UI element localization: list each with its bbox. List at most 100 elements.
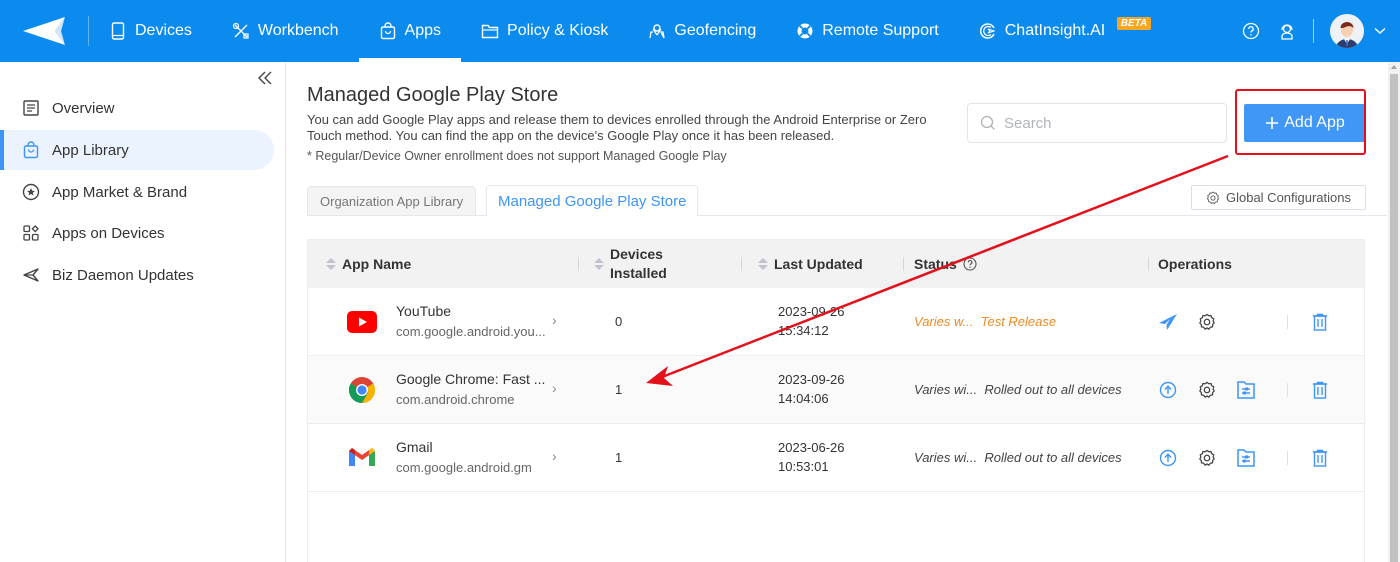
search-box[interactable] — [967, 103, 1227, 143]
search-input[interactable] — [1004, 114, 1204, 132]
status-release: Rolled out to all devices — [984, 450, 1122, 465]
tab-organization-app-library[interactable]: Organization App Library — [307, 186, 477, 216]
devices-installed-count: 1 — [615, 382, 623, 397]
support-button[interactable] — [1277, 21, 1297, 41]
last-updated-time: 15:34:12 — [778, 323, 829, 338]
table-header: App Name Devices Installed Last Updated … — [308, 240, 1364, 288]
sidebar-item-apps-on-devices[interactable]: Apps on Devices — [0, 213, 274, 253]
column-label-line1: Devices — [610, 246, 663, 262]
scroll-up-arrow[interactable] — [1391, 65, 1397, 69]
nav-workbench[interactable]: Workbench — [212, 0, 359, 62]
column-header-operations: Operations — [1158, 240, 1232, 288]
shopping-bag-icon — [380, 22, 395, 40]
user-avatar[interactable] — [1330, 14, 1364, 48]
column-label: Status — [914, 255, 957, 272]
nav-remote-support-label: Remote Support — [822, 22, 939, 39]
table-row[interactable]: Gmail com.google.android.gm › 1 2023-06-… — [308, 424, 1364, 492]
nav-devices-label: Devices — [135, 22, 192, 39]
column-header-status: Status — [914, 240, 977, 288]
upload-circle-icon — [1159, 449, 1177, 467]
app-package: com.android.chrome — [396, 392, 515, 407]
column-label: Last Updated — [774, 255, 863, 272]
sort-icon[interactable] — [758, 258, 768, 270]
column-separator — [741, 257, 742, 271]
topbar-divider — [1313, 19, 1314, 43]
chevron-right-icon[interactable]: › — [552, 380, 557, 396]
settings-button[interactable] — [1196, 311, 1218, 333]
folder-settings-icon — [1237, 381, 1255, 399]
last-updated-date: 2023-09-26 — [778, 372, 845, 387]
help-circle-icon — [1242, 22, 1260, 40]
delete-button[interactable] — [1309, 447, 1331, 469]
column-label-line2: Installed — [610, 265, 667, 281]
user-avatar-icon — [1330, 14, 1364, 48]
status-version: Varies wi... — [914, 450, 978, 465]
collapse-sidebar-icon[interactable] — [255, 68, 275, 88]
settings-button[interactable] — [1196, 379, 1218, 401]
sidebar-item-app-library[interactable]: App Library — [0, 130, 274, 170]
column-header-devices-installed[interactable]: Devices Installed — [594, 240, 667, 288]
last-updated-time: 14:04:06 — [778, 391, 829, 406]
main-content: Managed Google Play Store You can add Go… — [287, 62, 1387, 562]
nav-remote-support[interactable]: Remote Support — [776, 0, 959, 62]
managed-config-button[interactable] — [1235, 379, 1257, 401]
app-logo[interactable] — [0, 0, 88, 62]
operations-divider — [1287, 383, 1288, 397]
update-button[interactable] — [1157, 447, 1179, 469]
column-header-app-name[interactable]: App Name — [326, 240, 411, 288]
trash-icon — [1313, 381, 1327, 399]
table-row[interactable]: Google Chrome: Fast ... com.android.chro… — [308, 356, 1364, 424]
nav-apps[interactable]: Apps — [358, 0, 462, 62]
nav-chatinsight-label: ChatInsight.AI — [1004, 22, 1106, 39]
settings-button[interactable] — [1196, 447, 1218, 469]
publish-button[interactable] — [1157, 311, 1179, 333]
help-circle-icon[interactable] — [963, 257, 977, 271]
column-label: App Name — [342, 255, 412, 272]
add-app-label: Add App — [1284, 114, 1345, 131]
column-label: Devices Installed — [610, 245, 667, 283]
map-pin-icon — [649, 24, 666, 39]
sidebar-item-app-market-brand[interactable]: App Market & Brand — [0, 172, 274, 212]
scroll-thumb[interactable] — [1390, 74, 1398, 562]
folder-settings-icon — [1237, 449, 1255, 467]
column-header-last-updated[interactable]: Last Updated — [758, 240, 863, 288]
managed-config-button[interactable] — [1235, 447, 1257, 469]
chevron-down-icon[interactable] — [1374, 27, 1386, 35]
sidebar-item-biz-daemon-updates[interactable]: Biz Daemon Updates — [0, 255, 274, 295]
sidebar: Overview App Library App Market & Brand … — [0, 62, 286, 562]
global-configurations-button[interactable]: Global Configurations — [1191, 185, 1366, 210]
nav-policy-kiosk[interactable]: Policy & Kiosk — [461, 0, 628, 62]
status-version: Varies w... — [914, 314, 974, 329]
chevron-right-icon[interactable]: › — [552, 448, 557, 464]
sidebar-item-label: App Market & Brand — [52, 183, 188, 201]
table-row[interactable]: YouTube com.google.android.you... › 0 20… — [308, 288, 1364, 356]
app-name: Google Chrome: Fast ... — [396, 371, 546, 387]
nav-chatinsight[interactable]: ChatInsight.AI BETA — [959, 0, 1152, 62]
youtube-app-icon — [346, 306, 378, 338]
status-text: Varies wi... Rolled out to all devices — [914, 382, 1122, 397]
delete-button[interactable] — [1309, 379, 1331, 401]
column-separator — [903, 257, 904, 271]
column-separator — [1148, 257, 1149, 271]
nav-devices[interactable]: Devices — [89, 0, 212, 62]
status-text: Varies w... Test Release — [914, 314, 1056, 329]
sidebar-item-overview[interactable]: Overview — [0, 88, 274, 128]
shopping-bag-icon — [23, 141, 39, 159]
status-version: Varies wi... — [914, 382, 978, 397]
update-button[interactable] — [1157, 379, 1179, 401]
page-scrollbar[interactable] — [1388, 62, 1400, 562]
folder-icon — [481, 24, 499, 39]
gear-icon — [1199, 313, 1215, 330]
devices-installed-count: 0 — [615, 314, 623, 329]
gear-icon — [1206, 191, 1220, 204]
sort-icon[interactable] — [326, 258, 336, 270]
nav-geofencing[interactable]: Geofencing — [628, 0, 776, 62]
chevron-right-icon[interactable]: › — [552, 312, 557, 328]
add-app-button[interactable]: Add App — [1244, 104, 1366, 142]
tab-label: Managed Google Play Store — [498, 192, 687, 210]
delete-button[interactable] — [1309, 311, 1331, 333]
help-button[interactable] — [1241, 21, 1261, 41]
tab-managed-google-play-store[interactable]: Managed Google Play Store — [486, 185, 699, 217]
beta-badge: BETA — [1116, 17, 1152, 30]
sort-icon[interactable] — [594, 258, 604, 270]
